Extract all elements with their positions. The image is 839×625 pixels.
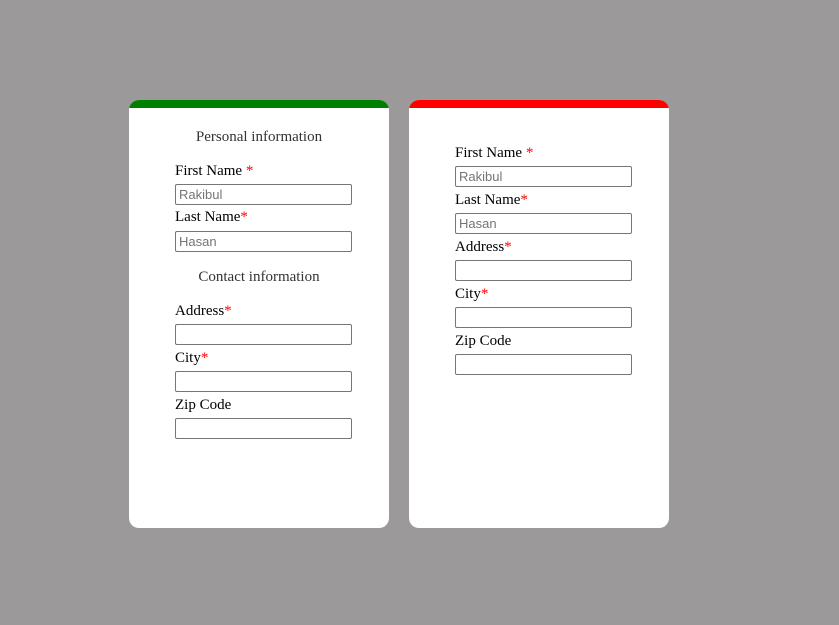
contact-information-heading: Contact information [198, 269, 320, 285]
first-name-label: First Name * [455, 144, 533, 162]
card-accent-bar-red [409, 100, 669, 108]
last-name-label: Last Name* [455, 191, 528, 209]
city-input[interactable] [175, 371, 352, 392]
personal-form-card: Personal information First Name * Last N… [129, 100, 389, 528]
first-name-input[interactable] [455, 166, 632, 187]
last-name-label-text: Last Name [455, 192, 521, 208]
zip-code-label: Zip Code [175, 397, 232, 413]
zip-code-input[interactable] [175, 418, 352, 439]
last-name-label: Last Name* [175, 208, 248, 226]
first-name-label-text: First Name [455, 145, 526, 161]
address-input[interactable] [175, 324, 352, 345]
address-label: Address* [455, 238, 512, 256]
required-marker: * [240, 209, 248, 225]
address-input[interactable] [455, 260, 632, 281]
required-marker: * [525, 145, 534, 161]
required-marker: * [504, 239, 512, 255]
address-form-card: First Name * Last Name* Address* City* Z… [409, 100, 669, 528]
city-label: City* [455, 285, 488, 303]
address-label: Address* [175, 302, 232, 320]
required-marker: * [200, 350, 209, 366]
last-name-input[interactable] [175, 231, 352, 252]
last-name-input[interactable] [455, 213, 632, 234]
city-label-text: City [455, 286, 481, 302]
first-name-label: First Name * [175, 162, 253, 180]
last-name-label-text: Last Name [175, 209, 241, 225]
first-name-label-text: First Name [175, 163, 246, 179]
city-label: City* [175, 349, 208, 367]
city-label-text: City [175, 350, 201, 366]
city-input[interactable] [455, 307, 632, 328]
required-marker: * [224, 303, 232, 319]
first-name-input[interactable] [175, 184, 352, 205]
zip-code-input[interactable] [455, 354, 632, 375]
required-marker: * [520, 192, 528, 208]
personal-information-heading: Personal information [195, 129, 323, 145]
card-accent-bar-green [129, 100, 389, 108]
required-marker: * [245, 163, 254, 179]
address-label-text: Address [175, 303, 225, 319]
address-label-text: Address [455, 239, 505, 255]
required-marker: * [480, 286, 489, 302]
zip-code-label: Zip Code [455, 333, 512, 349]
